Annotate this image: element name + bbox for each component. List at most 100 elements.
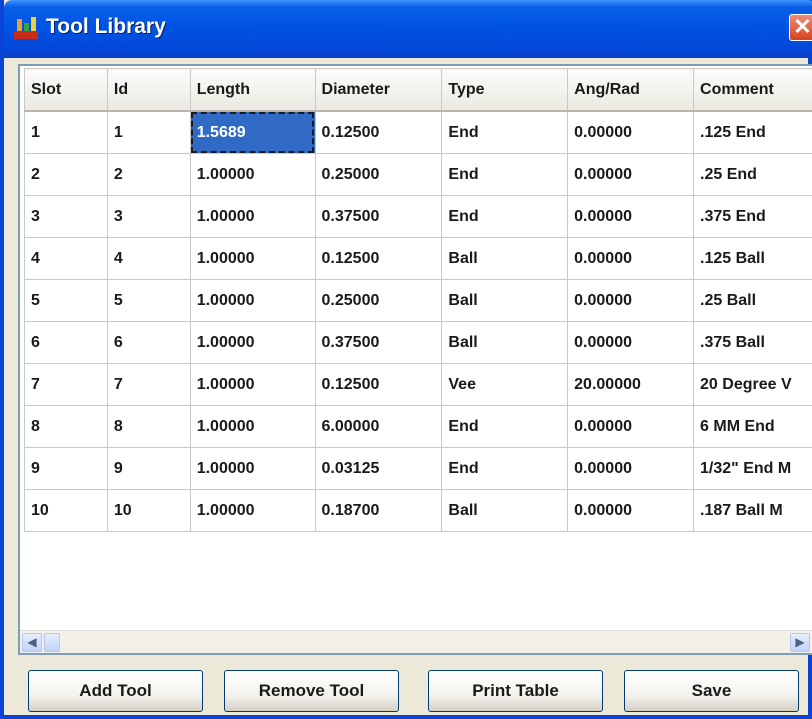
table-cell[interactable]: 0.00000: [567, 195, 695, 238]
table-cell[interactable]: 0.00000: [567, 447, 695, 490]
column-header-diameter[interactable]: Diameter: [314, 68, 443, 112]
table-cell[interactable]: 6 MM End: [693, 405, 812, 448]
column-header-slot[interactable]: Slot: [24, 68, 108, 112]
table-cell[interactable]: .125 Ball: [693, 237, 812, 280]
table-cell[interactable]: End: [441, 405, 569, 448]
tool-table-grid[interactable]: Slot Id Length Diameter Type Ang/Rad Comment 1…: [18, 64, 812, 655]
table-cell[interactable]: 1.00000: [189, 279, 316, 322]
table-cell[interactable]: 0.00000: [567, 279, 695, 322]
column-header-type[interactable]: Type: [441, 68, 569, 112]
table-cell[interactable]: 1.00000: [189, 195, 316, 238]
column-header-ang-rad[interactable]: Ang/Rad: [567, 68, 695, 112]
table-cell[interactable]: 0.12500: [314, 237, 443, 280]
column-header-id[interactable]: Id: [106, 68, 191, 112]
table-cell[interactable]: 0.03125: [314, 447, 443, 490]
table-cell[interactable]: 0.00000: [567, 110, 695, 154]
table-cell[interactable]: 6: [24, 321, 108, 364]
table-cell[interactable]: Vee: [441, 363, 569, 406]
scroll-thumb[interactable]: [44, 633, 60, 652]
add-tool-button[interactable]: Add Tool: [28, 670, 203, 712]
table-cell[interactable]: 1.00000: [189, 447, 316, 490]
table-cell[interactable]: 0.18700: [314, 489, 443, 532]
table-cell[interactable]: 0.00000: [567, 405, 695, 448]
table-cell[interactable]: .25 Ball: [693, 279, 812, 322]
save-button[interactable]: Save: [624, 670, 799, 712]
remove-tool-button[interactable]: Remove Tool: [224, 670, 399, 712]
table-cell[interactable]: End: [441, 195, 569, 238]
table-cell[interactable]: Ball: [441, 489, 569, 532]
column-header-comment[interactable]: Comment: [693, 68, 812, 112]
table-cell[interactable]: End: [441, 110, 569, 154]
table-cell[interactable]: Ball: [441, 237, 569, 280]
table-header-row: Slot Id Length Diameter Type Ang/Rad Comment: [24, 68, 812, 112]
table-cell[interactable]: 0.12500: [314, 363, 443, 406]
table-cell[interactable]: 10: [24, 489, 108, 532]
table-cell[interactable]: 8: [106, 405, 191, 448]
table-cell[interactable]: 1.00000: [189, 363, 316, 406]
table-cell[interactable]: 0.00000: [567, 321, 695, 364]
table-cell[interactable]: 1.00000: [189, 489, 316, 532]
table-row[interactable]: 8 8 1.00000 6.00000 End 0.00000 6 MM End: [24, 405, 812, 448]
table-cell[interactable]: Ball: [441, 279, 569, 322]
table-cell[interactable]: 7: [106, 363, 191, 406]
table-cell[interactable]: 3: [106, 195, 191, 238]
table-cell[interactable]: 7: [24, 363, 108, 406]
table-cell[interactable]: 0.25000: [314, 153, 443, 196]
table-row[interactable]: 10 10 1.00000 0.18700 Ball 0.00000.187 Ball M: [24, 489, 812, 532]
table-cell[interactable]: .375 Ball: [693, 321, 812, 364]
table-cell[interactable]: 0.00000: [567, 153, 695, 196]
table-cell[interactable]: 6.00000: [314, 405, 443, 448]
print-table-button[interactable]: Print Table: [428, 670, 603, 712]
table-row[interactable]: 9 9 1.00000 0.03125 End 0.00000 1/32" End M: [24, 447, 812, 490]
table-cell[interactable]: 9: [24, 447, 108, 490]
table-cell[interactable]: 9: [106, 447, 191, 490]
table-cell[interactable]: 10: [106, 489, 191, 532]
table-cell[interactable]: 1: [106, 110, 191, 154]
table-cell[interactable]: 5: [106, 279, 191, 322]
table-row[interactable]: 4 4 1.00000 0.12500 Ball 0.00000.125 Ball: [24, 237, 812, 280]
table-cell[interactable]: 20.00000: [567, 363, 695, 406]
table-cell[interactable]: 0.00000: [567, 489, 695, 532]
table-cell[interactable]: .125 End: [693, 110, 812, 154]
table-cell[interactable]: 0.37500: [314, 321, 443, 364]
table-cell[interactable]: End: [441, 153, 569, 196]
table-cell[interactable]: .187 Ball M: [693, 489, 812, 532]
table-cell[interactable]: 1.00000: [189, 321, 316, 364]
scroll-right-button[interactable]: ▶: [790, 633, 810, 652]
table-row[interactable]: 3 3 1.00000 0.37500 End 0.00000.375 End: [24, 195, 812, 238]
table-cell[interactable]: 8: [24, 405, 108, 448]
table-cell[interactable]: .375 End: [693, 195, 812, 238]
table-cell[interactable]: 1.00000: [189, 153, 316, 196]
table-row[interactable]: 1 1 1.5689 0.12500 End 0.00000.125 End: [24, 110, 812, 154]
table-cell[interactable]: 0.00000: [567, 237, 695, 280]
table-cell[interactable]: 4: [24, 237, 108, 280]
close-icon: ✕: [793, 14, 812, 39]
table-cell[interactable]: 2: [24, 153, 108, 196]
table-cell[interactable]: End: [441, 447, 569, 490]
table-row[interactable]: 5 5 1.00000 0.25000 Ball 0.00000.25 Ball: [24, 279, 812, 322]
table-cell[interactable]: .25 End: [693, 153, 812, 196]
table-cell[interactable]: Ball: [441, 321, 569, 364]
table-row[interactable]: 2 2 1.00000 0.25000 End 0.00000.25 End: [24, 153, 812, 196]
scroll-left-button[interactable]: ◀: [22, 633, 42, 652]
table-cell[interactable]: 1.00000: [189, 405, 316, 448]
table-cell[interactable]: 0.12500: [314, 110, 443, 154]
table-cell[interactable]: 3: [24, 195, 108, 238]
table-cell[interactable]: 0.37500: [314, 195, 443, 238]
table-row[interactable]: 7 7 1.00000 0.12500 Vee 20.00000 20 Degree V: [24, 363, 812, 406]
table-cell[interactable]: 20 Degree V: [693, 363, 812, 406]
table-cell[interactable]: 1: [24, 110, 108, 154]
table-cell[interactable]: 1/32" End M: [693, 447, 812, 490]
horizontal-scrollbar[interactable]: ◀ ▶: [20, 630, 812, 653]
table-cell[interactable]: 4: [106, 237, 191, 280]
table-cell[interactable]: 6: [106, 321, 191, 364]
table-row[interactable]: 6 6 1.00000 0.37500 Ball 0.00000.375 Ball: [24, 321, 812, 364]
column-header-length[interactable]: Length: [189, 68, 316, 112]
table-cell[interactable]: 1.00000: [189, 237, 316, 280]
title-bar[interactable]: Tool Library ✕: [4, 0, 812, 58]
table-cell[interactable]: 1.5689: [189, 110, 316, 154]
table-cell[interactable]: 5: [24, 279, 108, 322]
table-cell[interactable]: 0.25000: [314, 279, 443, 322]
table-cell[interactable]: 2: [106, 153, 191, 196]
close-button[interactable]: ✕: [789, 14, 812, 41]
